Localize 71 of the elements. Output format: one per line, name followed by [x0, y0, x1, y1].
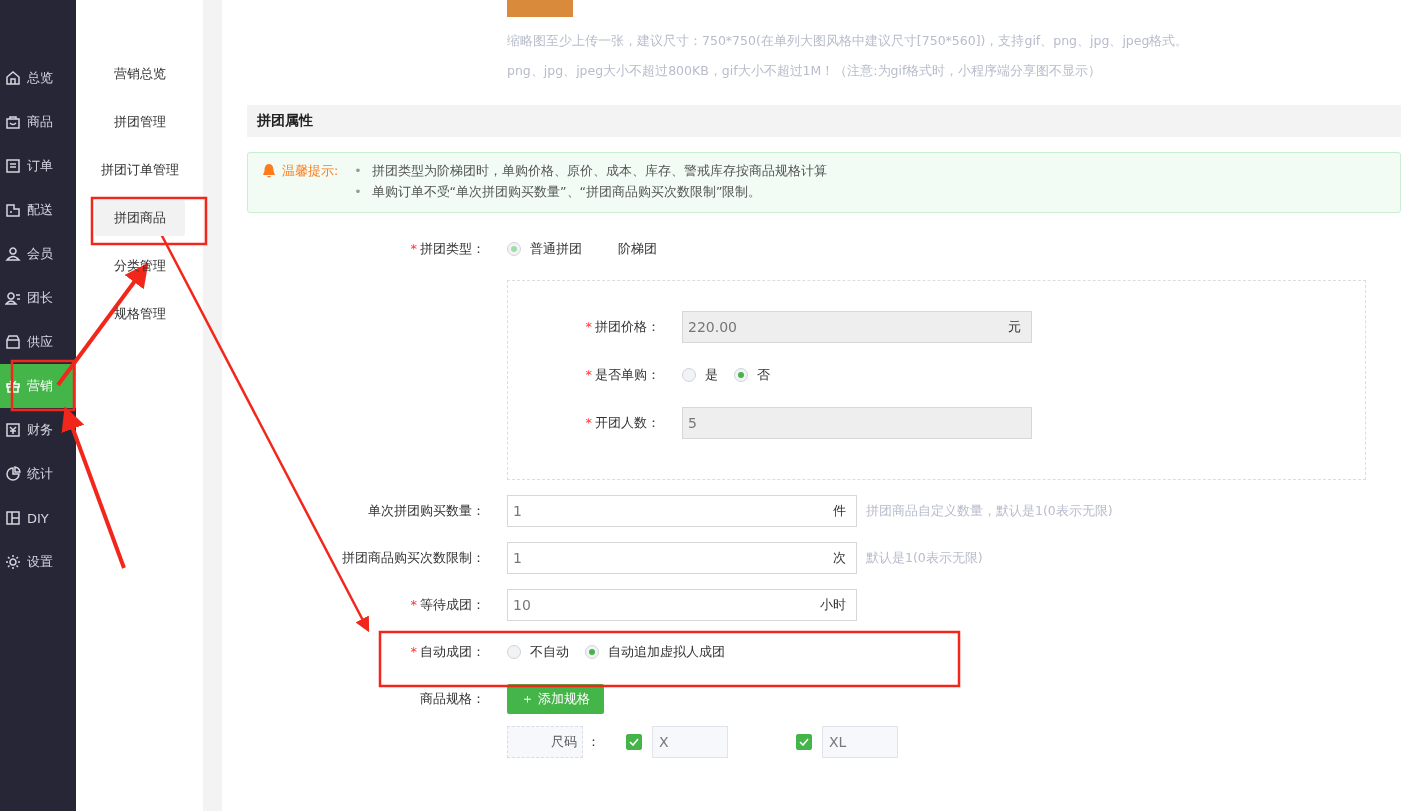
photo-placeholder — [507, 0, 573, 17]
sidebar-item[interactable]: 订单 — [0, 144, 76, 188]
sidebar-item[interactable]: 设置 — [0, 540, 76, 584]
sidebar-item[interactable]: 会员 — [0, 232, 76, 276]
person-card-icon — [5, 290, 21, 306]
annotation-box — [10, 359, 76, 412]
list-icon — [5, 158, 21, 174]
field-label: 单次拼团购买数量： — [367, 502, 486, 520]
bullet-text: • — [354, 163, 362, 180]
sidebar-item[interactable]: 总览 — [0, 56, 76, 100]
pie-chart-icon — [5, 466, 21, 482]
tip-text: 拼团类型为阶梯团时，单购价格、原价、成本、库存、警戒库存按商品规格计算 — [371, 163, 827, 180]
field-label: * 拼团价格： — [584, 318, 661, 336]
colon-text: ： — [587, 733, 600, 751]
check-icon — [629, 738, 639, 746]
field-label: 拼团商品购买次数限制： — [341, 549, 486, 567]
shop-icon — [5, 334, 21, 350]
input-field[interactable]: 5 — [682, 407, 1032, 439]
spec-value-field[interactable]: X — [652, 726, 728, 758]
house-icon — [5, 70, 21, 86]
field-label: * 等待成团： — [409, 596, 486, 614]
radio-button[interactable] — [507, 645, 521, 659]
check-icon — [799, 738, 809, 746]
bullet-text: • — [354, 184, 362, 201]
hint-text: 拼团商品自定义数量，默认是1(0表示无限) — [866, 502, 1113, 520]
field-label: * 自动成团： — [409, 643, 486, 661]
submenu-item[interactable]: 拼团订单管理 — [94, 152, 185, 188]
sidebar-item[interactable]: DIY — [0, 496, 76, 540]
section-header: 拼团属性 — [247, 105, 1401, 137]
tip-text: 单购订单不受“单次拼团购买数量”、“拼团商品购买次数限制”限制。 — [371, 184, 762, 201]
field-label: * 是否单购： — [584, 366, 661, 384]
radio-label[interactable]: 阶梯团 — [618, 240, 657, 258]
submenu-item[interactable]: 拼团管理 — [94, 104, 185, 140]
bag-icon — [5, 114, 21, 130]
radio-button[interactable] — [734, 368, 748, 382]
hint-text: png、jpg、jpeg大小不超过800KB，gif大小不超过1M！（注意:为gif格式时，小程序端分享图不显示） — [507, 65, 1103, 77]
field-label: * 拼团类型： — [409, 240, 486, 258]
radio-button[interactable] — [682, 368, 696, 382]
sidebar-item[interactable]: 统计 — [0, 452, 76, 496]
spec-value-field[interactable]: XL — [822, 726, 898, 758]
input-field[interactable]: 10 小时 — [507, 589, 857, 621]
person-icon — [5, 246, 21, 262]
radio-button[interactable] — [585, 645, 599, 659]
spec-name-field[interactable]: 尺码 — [507, 726, 583, 758]
field-label: * 开团人数： — [584, 414, 661, 432]
sidebar-item[interactable]: 财务 — [0, 408, 76, 452]
gift-icon — [5, 378, 21, 394]
input-field[interactable]: 220.00 元 — [682, 311, 1032, 343]
gear-icon — [5, 554, 21, 570]
bell-icon — [262, 163, 276, 179]
checkbox[interactable] — [796, 734, 812, 750]
layout-icon — [5, 510, 21, 526]
submenu-item[interactable]: 营销总览 — [94, 56, 185, 92]
submenu-item[interactable]: 拼团商品 — [94, 200, 185, 236]
folder-icon — [5, 202, 21, 218]
hint-text: 默认是1(0表示无限) — [866, 549, 983, 567]
sidebar-item[interactable]: 供应 — [0, 320, 76, 364]
sidebar-item[interactable]: 团长 — [0, 276, 76, 320]
radio-label[interactable]: 自动追加虚拟人成团 — [608, 643, 725, 661]
radio-label[interactable]: 是 — [705, 366, 718, 384]
yen-icon — [5, 422, 21, 438]
checkbox[interactable] — [626, 734, 642, 750]
input-field[interactable]: 1 次 — [507, 542, 857, 574]
radio-label[interactable]: 否 — [757, 366, 770, 384]
sidebar-item[interactable]: 配送 — [0, 188, 76, 232]
tip-label: 温馨提示: — [282, 163, 339, 180]
input-field[interactable]: 1 件 — [507, 495, 857, 527]
radio-label[interactable]: 不自动 — [530, 643, 569, 661]
sidebar-item[interactable]: 商品 — [0, 100, 76, 144]
submenu-item[interactable]: 规格管理 — [94, 296, 185, 332]
field-label: 商品规格： — [419, 690, 486, 708]
